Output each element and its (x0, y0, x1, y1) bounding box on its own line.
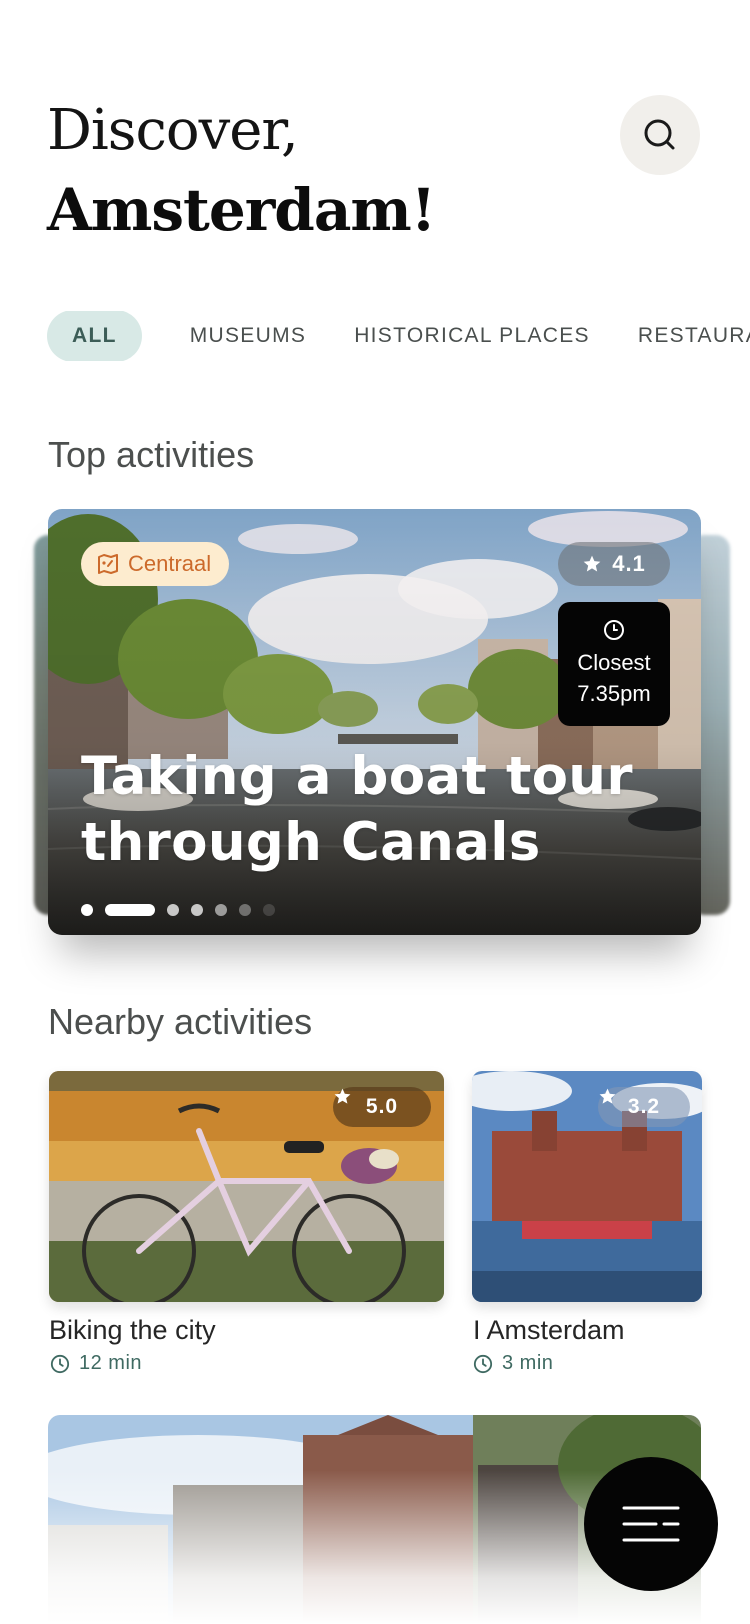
menu-icon (622, 1506, 680, 1542)
greeting-line1: Discover, (47, 98, 299, 163)
carousel-dot-active[interactable] (105, 904, 155, 916)
nearby-name-biking: Biking the city (49, 1315, 216, 1345)
search-icon (644, 119, 675, 150)
carousel-dot[interactable] (263, 904, 275, 916)
clock-icon (473, 1354, 493, 1373)
featured-activity-card[interactable]: Centraal 4.1 Closest 7.35pm Taking a boa… (48, 509, 701, 935)
rating-badge: 3.2 (598, 1087, 690, 1127)
location-chip[interactable]: Centraal (81, 542, 230, 586)
carousel-dot[interactable] (239, 904, 251, 916)
location-label: Centraal (128, 551, 212, 576)
top-activities-heading: Top activities (48, 434, 255, 475)
rating-value: 4.1 (612, 551, 646, 576)
closest-time: 7.35pm (577, 681, 651, 706)
nearby-activities-heading: Nearby activities (48, 1001, 313, 1042)
carousel-dot[interactable] (215, 904, 227, 916)
category-tabs: ALL MUSEUMS HISTORICAL PLACES RESTAURANT… (47, 311, 750, 361)
featured-activity-title: Taking a boat tour through Canals (81, 744, 641, 876)
map-icon (98, 554, 118, 574)
clock-icon (50, 1354, 70, 1373)
duration-label: 3 min (502, 1352, 554, 1374)
nearby-duration-i-amsterdam: 3 min (473, 1352, 553, 1375)
tab-museums[interactable]: MUSEUMS (190, 324, 306, 348)
tab-historical-places[interactable]: HISTORICAL PLACES (354, 324, 590, 348)
featured-title-line1: Taking a boat tour (81, 746, 633, 807)
nearby-name-i-amsterdam: I Amsterdam (473, 1315, 625, 1345)
star-icon (334, 1088, 351, 1104)
nearby-duration-biking: 12 min (50, 1352, 142, 1375)
duration-label: 12 min (79, 1352, 143, 1374)
rating-badge: 4.1 (558, 542, 670, 586)
menu-button[interactable] (584, 1457, 718, 1591)
rating-value: 5.0 (365, 1095, 399, 1118)
carousel-dot[interactable] (167, 904, 179, 916)
carousel-pagination (81, 904, 275, 916)
rating-value: 3.2 (627, 1095, 661, 1118)
carousel-dot[interactable] (81, 904, 93, 916)
nearby-card-biking[interactable]: 5.0 (49, 1071, 444, 1302)
star-icon (599, 1088, 616, 1104)
carousel-dot[interactable] (191, 904, 203, 916)
closest-label: Closest (577, 650, 651, 675)
closest-time-badge: Closest 7.35pm (558, 602, 670, 726)
page-title: Amsterdam! (47, 176, 436, 244)
clock-icon (604, 620, 624, 640)
rating-badge: 5.0 (333, 1087, 431, 1127)
star-icon (583, 555, 601, 572)
tab-all[interactable]: ALL (47, 311, 142, 361)
featured-title-line2: through Canals (81, 812, 541, 873)
search-button[interactable] (620, 95, 700, 175)
nearby-card-i-amsterdam[interactable]: 3.2 (472, 1071, 702, 1302)
tab-restaurants[interactable]: RESTAURANTS (638, 324, 750, 348)
